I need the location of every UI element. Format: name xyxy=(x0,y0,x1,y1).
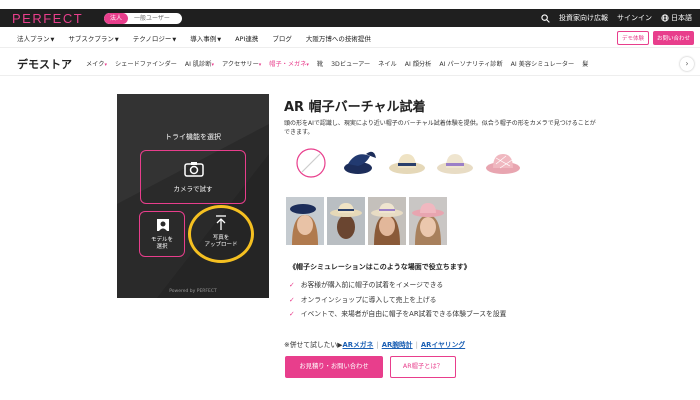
model-portrait xyxy=(368,197,406,245)
chevron-down-icon: ▾ xyxy=(104,62,107,68)
product-title: AR 帽子バーチャル試着 xyxy=(284,100,426,115)
navy-hat-icon xyxy=(344,151,376,174)
model-option-4[interactable] xyxy=(409,197,447,245)
globe-icon xyxy=(661,14,669,22)
page-title: デモストア xyxy=(17,57,72,71)
model-portrait xyxy=(286,197,324,245)
cat-face-analysis[interactable]: AI 顔分析 xyxy=(405,59,432,68)
chevron-down-icon: ▼ xyxy=(172,36,177,43)
hat-options xyxy=(290,145,524,181)
cat-beauty-sim[interactable]: AI 美容シミュレーター xyxy=(511,59,575,68)
cat-shade-finder[interactable]: シェードファインダー xyxy=(115,59,177,68)
cat-nail[interactable]: ネイル xyxy=(378,59,397,68)
model-label-2: 選択 xyxy=(156,244,168,250)
no-hat-icon xyxy=(296,148,326,178)
bullet-item: ✓ お客様が購入前に帽子の試着をイメージできる xyxy=(289,281,444,289)
model-option-1[interactable] xyxy=(286,197,324,245)
investor-link[interactable]: 投資家向け広報 xyxy=(559,13,608,23)
upload-label-2: アップロード xyxy=(204,242,238,248)
related-links: ※併せて試したい▶ARメガネ | AR腕時計 | ARイヤリング xyxy=(284,341,466,349)
nav-api[interactable]: API連携 xyxy=(235,33,258,43)
chevron-down-icon: ▾ xyxy=(306,62,309,68)
chevron-down-icon: ▼ xyxy=(50,36,55,43)
search-icon[interactable] xyxy=(541,13,550,23)
logo[interactable]: PERFECT xyxy=(12,11,92,26)
related-prefix: ※併せて試したい▶ xyxy=(284,341,343,349)
demo-store-nav: デモストア メイク▾ シェードファインダー AI 肌診断▾ アクセサリー▾ 帽子… xyxy=(0,52,700,76)
model-label-1: モデルを xyxy=(150,237,173,243)
chevron-right-icon[interactable]: › xyxy=(680,57,694,71)
main-nav: 法人プラン▼ サブスクプラン▼ テクノロジー▼ 導入事例▼ API連携 ブログ … xyxy=(0,28,700,48)
straw-hat-icon xyxy=(389,154,425,174)
cat-accessory[interactable]: アクセサリー▾ xyxy=(222,59,261,68)
cat-skin[interactable]: AI 肌診断▾ xyxy=(185,59,214,68)
portrait-icon xyxy=(157,219,169,231)
product-description: 頭の形をAIで認識し、現実により近い帽子のバーチャル試着体験を提供。似合う帽子の… xyxy=(284,120,596,136)
nav-business-plan[interactable]: 法人プラン▼ xyxy=(17,33,54,43)
upload-arrow-icon xyxy=(216,215,226,230)
camera-label: カメラで試す xyxy=(173,185,213,193)
nav-subscription-plan[interactable]: サブスクプラン▼ xyxy=(68,33,118,43)
camera-icon xyxy=(184,162,204,177)
chevron-down-icon: ▼ xyxy=(217,36,222,43)
bullet-item: ✓ オンラインショップに導入して売上を上げる xyxy=(289,296,437,304)
chevron-down-icon: ▼ xyxy=(114,36,119,43)
nav-technology[interactable]: テクノロジー▼ xyxy=(133,33,176,43)
link-ar-watch[interactable]: AR腕時計 xyxy=(382,341,413,349)
audience-toggle[interactable]: 法人 一般ユーザー xyxy=(104,12,182,24)
cat-shoes[interactable]: 靴 xyxy=(317,59,323,68)
toggle-consumer[interactable]: 一般ユーザー xyxy=(128,13,182,24)
select-model-button[interactable]: モデルを 選択 xyxy=(139,211,185,257)
model-options xyxy=(286,197,447,245)
panel-title: トライ機能を選択 xyxy=(165,133,221,141)
quote-contact-button[interactable]: お見積り・お問い合わせ xyxy=(285,356,383,378)
upload-label-1: 写真を xyxy=(212,235,230,241)
lavender-hat-icon xyxy=(437,154,473,174)
link-ar-earrings[interactable]: ARイヤリング xyxy=(421,341,465,349)
try-on-panel: トライ機能を選択 カメラで試す モデルを 選択 写真を アップロード Powered… xyxy=(117,94,269,298)
hat-option-navy-fascinator[interactable] xyxy=(338,145,380,181)
powered-by: Powered by PERFECT xyxy=(169,289,217,294)
camera-button[interactable]: カメラで試す xyxy=(140,150,246,204)
model-option-2[interactable] xyxy=(327,197,365,245)
contact-button[interactable]: お問い合わせ xyxy=(652,30,694,45)
hat-option-pink-plaid[interactable] xyxy=(482,145,524,181)
nav-expo[interactable]: 大阪万博への技術提供 xyxy=(306,33,371,43)
toggle-business[interactable]: 法人 xyxy=(104,12,129,24)
pink-hat-icon xyxy=(486,154,520,174)
signin-link[interactable]: サインイン xyxy=(617,13,652,23)
bullet-item: ✓ イベントで、来場者が自由に帽子をAR試着できる体験ブースを設置 xyxy=(289,310,507,318)
top-bar: PERFECT 法人 一般ユーザー 投資家向け広報 サインイン 日本語 xyxy=(0,9,700,27)
model-portrait xyxy=(409,197,447,245)
cat-hats-glasses[interactable]: 帽子・メガネ▾ xyxy=(269,59,309,68)
link-ar-glasses[interactable]: ARメガネ xyxy=(343,341,374,349)
demo-button[interactable]: デモ体験 xyxy=(616,30,649,45)
hat-option-none[interactable] xyxy=(290,145,332,181)
product-info: AR 帽子バーチャル試着 頭の形をAIで認識し、現実により近い帽子のバーチャル試… xyxy=(284,96,614,137)
about-ar-hat-button[interactable]: AR帽子とは？ xyxy=(390,356,456,378)
check-icon: ✓ xyxy=(289,281,295,289)
model-option-3[interactable] xyxy=(368,197,406,245)
check-icon: ✓ xyxy=(289,296,295,304)
cat-3d-viewer[interactable]: 3Dビューアー xyxy=(331,59,370,68)
hat-option-straw[interactable] xyxy=(386,145,428,181)
nav-blog[interactable]: ブログ xyxy=(272,33,292,43)
hat-option-lavender[interactable] xyxy=(434,145,476,181)
nav-case-studies[interactable]: 導入事例▼ xyxy=(190,33,221,43)
language-selector[interactable]: 日本語 xyxy=(661,13,692,23)
upload-photo-button[interactable]: 写真を アップロード xyxy=(188,205,254,263)
model-portrait xyxy=(327,197,365,245)
cat-makeup[interactable]: メイク▾ xyxy=(86,59,107,68)
cat-hair[interactable]: 髪 xyxy=(582,59,588,68)
language-label: 日本語 xyxy=(671,14,692,22)
chevron-down-icon: ▾ xyxy=(258,62,262,68)
cat-personality[interactable]: AI パーソナリティ診断 xyxy=(439,59,502,68)
check-icon: ✓ xyxy=(289,310,295,318)
use-case-heading: 《帽子シミュレーションはこのような場面で役立ちます》 xyxy=(289,263,471,271)
chevron-down-icon: ▾ xyxy=(211,62,214,68)
